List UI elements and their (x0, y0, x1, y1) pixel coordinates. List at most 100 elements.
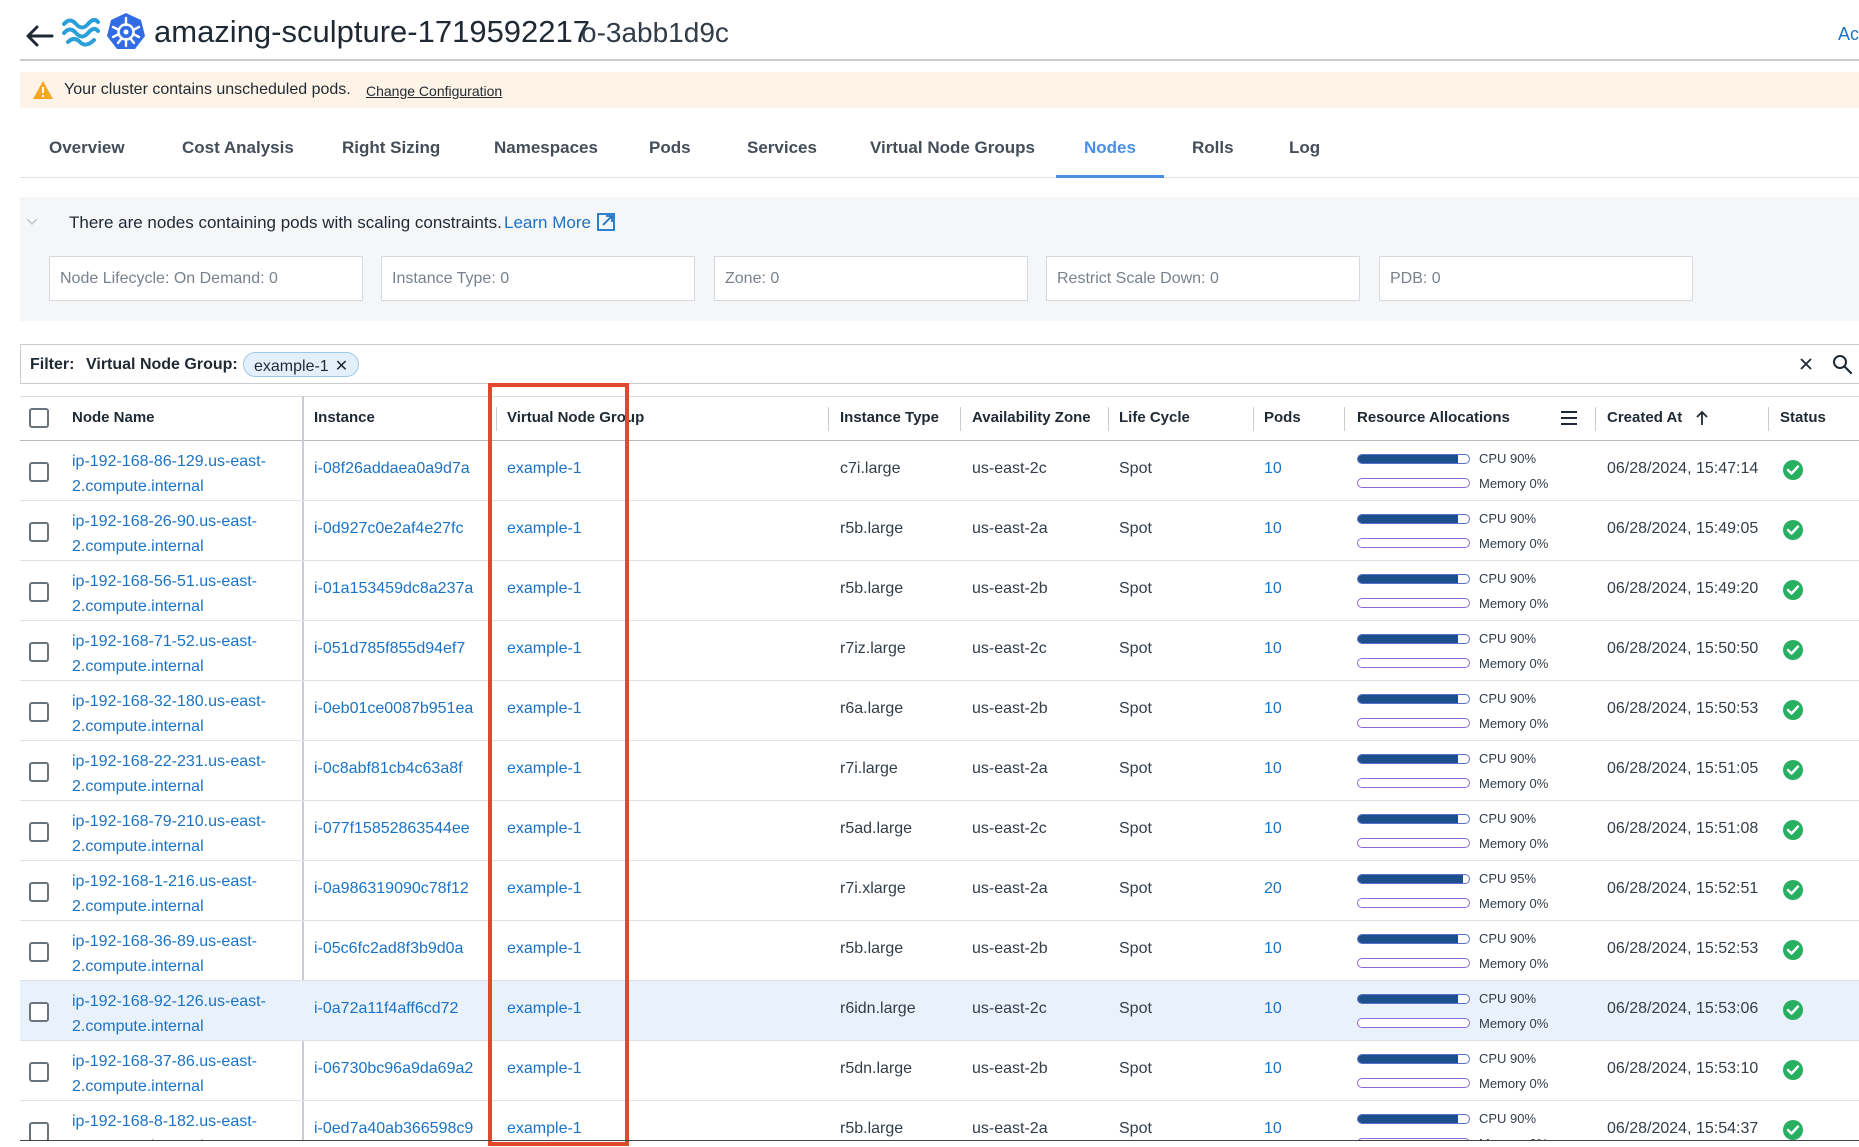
tab-overview[interactable]: Overview (49, 138, 125, 158)
pods-count-link[interactable]: 10 (1264, 580, 1282, 598)
row-checkbox[interactable] (29, 522, 49, 542)
constraint-pdb[interactable]: PDB: 0 (1379, 256, 1693, 301)
node-name-link[interactable]: ip-192-168-79-210.us-east- 2.compute.inte… (72, 809, 292, 859)
virtual-node-group-link[interactable]: example-1 (507, 700, 582, 718)
row-checkbox[interactable] (29, 762, 49, 782)
header-instance-type[interactable]: Instance Type (840, 409, 939, 426)
row-checkbox[interactable] (29, 822, 49, 842)
constraint-zone[interactable]: Zone: 0 (714, 256, 1028, 301)
filter-chip[interactable]: example-1 ✕ (243, 352, 360, 377)
header-instance[interactable]: Instance (314, 409, 375, 426)
row-checkbox[interactable] (29, 1062, 49, 1082)
table-row[interactable]: ip-192-168-36-89.us-east- 2.compute.inter… (20, 921, 1859, 981)
pods-count-link[interactable]: 10 (1264, 520, 1282, 538)
virtual-node-group-link[interactable]: example-1 (507, 460, 582, 478)
back-arrow-icon[interactable] (24, 24, 54, 48)
clear-icon[interactable] (1797, 355, 1815, 373)
row-checkbox[interactable] (29, 1002, 49, 1022)
node-name-link[interactable]: ip-192-168-22-231.us-east- 2.compute.inte… (72, 749, 292, 799)
instance-link[interactable]: i-051d785f855d94ef7 (314, 640, 465, 658)
node-name-link[interactable]: ip-192-168-1-216.us-east- 2.compute.inter… (72, 869, 292, 919)
node-name-link[interactable]: ip-192-168-37-86.us-east- 2.compute.inter… (72, 1049, 292, 1099)
table-row[interactable]: ip-192-168-92-126.us-east- 2.compute.inte… (20, 981, 1859, 1041)
row-checkbox[interactable] (29, 462, 49, 482)
virtual-node-group-link[interactable]: example-1 (507, 520, 582, 538)
pods-count-link[interactable]: 10 (1264, 820, 1282, 838)
table-row[interactable]: ip-192-168-79-210.us-east- 2.compute.inte… (20, 801, 1859, 861)
table-row[interactable]: ip-192-168-22-231.us-east- 2.compute.inte… (20, 741, 1859, 801)
table-row[interactable]: ip-192-168-71-52.us-east- 2.compute.inter… (20, 621, 1859, 681)
pods-count-link[interactable]: 10 (1264, 460, 1282, 478)
header-created-at[interactable]: Created At (1607, 409, 1682, 426)
instance-link[interactable]: i-0ed7a40ab366598c9 (314, 1120, 473, 1138)
change-configuration-link[interactable]: Change Configuration (366, 83, 502, 99)
chevron-down-icon[interactable] (24, 215, 40, 227)
header-resource-allocations[interactable]: Resource Allocations (1357, 409, 1510, 426)
virtual-node-group-link[interactable]: example-1 (507, 640, 582, 658)
filter-bar[interactable]: Filter: Virtual Node Group: example-1 ✕ (20, 344, 1859, 384)
header-availability-zone[interactable]: Availability Zone (972, 409, 1091, 426)
virtual-node-group-link[interactable]: example-1 (507, 940, 582, 958)
instance-link[interactable]: i-01a153459dc8a237a (314, 580, 473, 598)
node-name-link[interactable]: ip-192-168-71-52.us-east- 2.compute.inter… (72, 629, 292, 679)
virtual-node-group-link[interactable]: example-1 (507, 1120, 582, 1138)
header-pods[interactable]: Pods (1264, 409, 1301, 426)
instance-link[interactable]: i-077f15852863544ee (314, 820, 470, 838)
node-name-link[interactable]: ip-192-168-56-51.us-east- 2.compute.inter… (72, 569, 292, 619)
row-checkbox[interactable] (29, 1122, 49, 1140)
tab-pods[interactable]: Pods (649, 138, 691, 158)
node-name-link[interactable]: ip-192-168-32-180.us-east- 2.compute.inte… (72, 689, 292, 739)
row-checkbox[interactable] (29, 642, 49, 662)
tab-right-sizing[interactable]: Right Sizing (342, 138, 440, 158)
pods-count-link[interactable]: 10 (1264, 1120, 1282, 1138)
instance-link[interactable]: i-0c8abf81cb4c63a8f (314, 760, 463, 778)
virtual-node-group-link[interactable]: example-1 (507, 760, 582, 778)
constraint-node-lifecycle[interactable]: Node Lifecycle: On Demand: 0 (49, 256, 363, 301)
tab-rolls[interactable]: Rolls (1192, 138, 1234, 158)
instance-link[interactable]: i-05c6fc2ad8f3b9d0a (314, 940, 463, 958)
node-name-link[interactable]: ip-192-168-8-182.us-east-2.compute.inter… (72, 1109, 292, 1140)
instance-link[interactable]: i-0a72a11f4aff6cd72 (314, 1000, 458, 1018)
select-all-checkbox[interactable] (29, 408, 49, 428)
virtual-node-group-link[interactable]: example-1 (507, 880, 582, 898)
virtual-node-group-link[interactable]: example-1 (507, 1060, 582, 1078)
constraint-restrict-scale-down[interactable]: Restrict Scale Down: 0 (1046, 256, 1360, 301)
virtual-node-group-link[interactable]: example-1 (507, 580, 582, 598)
table-row[interactable]: ip-192-168-1-216.us-east- 2.compute.inter… (20, 861, 1859, 921)
tab-nodes[interactable]: Nodes (1084, 138, 1136, 158)
instance-link[interactable]: i-06730bc96a9da69a2 (314, 1060, 473, 1078)
node-name-link[interactable]: ip-192-168-36-89.us-east- 2.compute.inter… (72, 929, 292, 979)
instance-link[interactable]: i-0d927c0e2af4e27fc (314, 520, 463, 538)
virtual-node-group-link[interactable]: example-1 (507, 820, 582, 838)
tab-cost-analysis[interactable]: Cost Analysis (182, 138, 294, 158)
table-row[interactable]: ip-192-168-37-86.us-east- 2.compute.inter… (20, 1041, 1859, 1101)
header-life-cycle[interactable]: Life Cycle (1119, 409, 1190, 426)
search-icon[interactable] (1831, 353, 1853, 375)
external-link-icon[interactable] (595, 211, 617, 233)
tab-log[interactable]: Log (1289, 138, 1320, 158)
header-node-name[interactable]: Node Name (72, 409, 155, 426)
pods-count-link[interactable]: 20 (1264, 880, 1282, 898)
header-status[interactable]: Status (1780, 409, 1826, 426)
table-row[interactable]: ip-192-168-8-182.us-east-2.compute.inter… (20, 1101, 1859, 1140)
tab-virtual-node-groups[interactable]: Virtual Node Groups (870, 138, 1035, 158)
remove-filter-icon[interactable]: ✕ (335, 358, 348, 375)
table-row[interactable]: ip-192-168-26-90.us-east- 2.compute.inter… (20, 501, 1859, 561)
row-checkbox[interactable] (29, 702, 49, 722)
sort-ascending-icon[interactable] (1695, 410, 1709, 426)
node-name-link[interactable]: ip-192-168-92-126.us-east- 2.compute.inte… (72, 989, 292, 1039)
pods-count-link[interactable]: 10 (1264, 760, 1282, 778)
tab-services[interactable]: Services (747, 138, 817, 158)
pods-count-link[interactable]: 10 (1264, 940, 1282, 958)
table-row[interactable]: ip-192-168-56-51.us-east- 2.compute.inter… (20, 561, 1859, 621)
node-name-link[interactable]: ip-192-168-26-90.us-east- 2.compute.inter… (72, 509, 292, 559)
row-checkbox[interactable] (29, 942, 49, 962)
actions-link[interactable]: Ac (1838, 24, 1859, 45)
row-checkbox[interactable] (29, 882, 49, 902)
header-virtual-node-group[interactable]: Virtual Node Group (507, 409, 644, 426)
table-row[interactable]: ip-192-168-32-180.us-east- 2.compute.inte… (20, 681, 1859, 741)
constraint-instance-type[interactable]: Instance Type: 0 (381, 256, 695, 301)
pods-count-link[interactable]: 10 (1264, 1060, 1282, 1078)
column-menu-icon[interactable] (1559, 409, 1579, 427)
node-name-link[interactable]: ip-192-168-86-129.us-east- 2.compute.inte… (72, 449, 292, 499)
